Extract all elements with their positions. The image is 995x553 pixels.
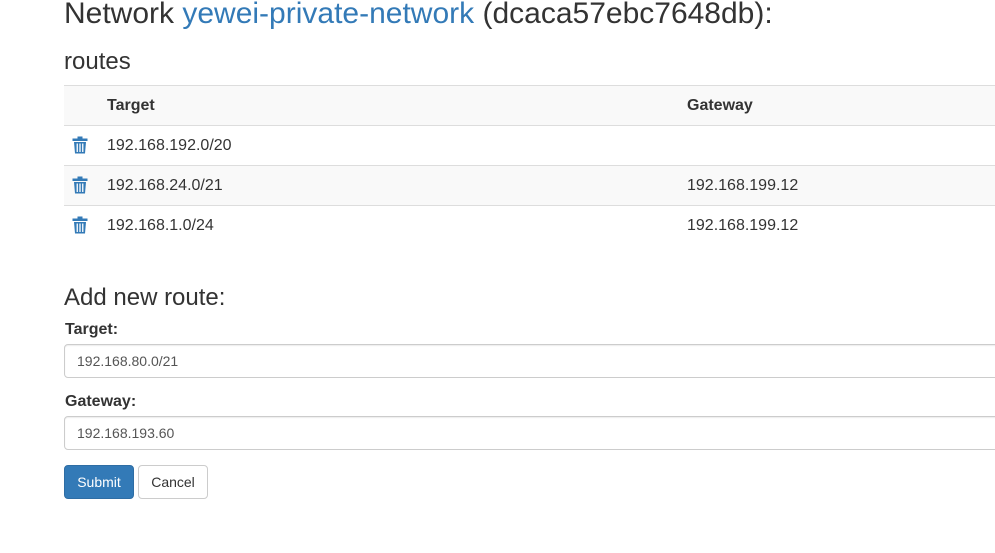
table-row: 192.168.1.0/24 192.168.199.12 bbox=[64, 205, 995, 245]
submit-button[interactable]: Submit bbox=[64, 465, 134, 499]
table-row: 192.168.24.0/21 192.168.199.12 bbox=[64, 165, 995, 206]
table-row: 192.168.192.0/20 bbox=[64, 125, 995, 166]
route-gateway bbox=[687, 125, 995, 166]
delete-cell bbox=[64, 165, 107, 206]
routes-table: Target Gateway 192.168.192.0/20 192.168.… bbox=[64, 85, 995, 245]
network-name-link[interactable]: yewei-private-network bbox=[182, 0, 474, 30]
cancel-button[interactable]: Cancel bbox=[138, 465, 208, 499]
route-gateway: 192.168.199.12 bbox=[687, 165, 995, 206]
table-header-row: Target Gateway bbox=[64, 85, 995, 126]
target-label: Target: bbox=[65, 321, 119, 338]
header-icon-cell bbox=[64, 85, 107, 126]
target-input[interactable] bbox=[64, 344, 995, 378]
route-target: 192.168.192.0/20 bbox=[107, 125, 687, 166]
network-routes-page: Network yewei-private-network (dcaca57eb… bbox=[0, 0, 995, 553]
trash-icon[interactable] bbox=[72, 176, 88, 199]
route-target: 192.168.1.0/24 bbox=[107, 205, 687, 245]
delete-cell bbox=[64, 125, 107, 166]
header-target: Target bbox=[107, 85, 687, 126]
trash-icon[interactable] bbox=[72, 216, 88, 239]
network-id: (dcaca57ebc7648db): bbox=[474, 0, 773, 30]
gateway-label: Gateway: bbox=[65, 393, 137, 410]
trash-icon[interactable] bbox=[72, 136, 88, 159]
delete-cell bbox=[64, 205, 107, 245]
routes-heading: routes bbox=[64, 48, 131, 75]
gateway-input[interactable] bbox=[64, 416, 995, 450]
header-gateway: Gateway bbox=[687, 85, 995, 126]
route-target: 192.168.24.0/21 bbox=[107, 165, 687, 206]
page-title: Network yewei-private-network (dcaca57eb… bbox=[64, 0, 773, 34]
title-prefix: Network bbox=[64, 0, 183, 30]
route-gateway: 192.168.199.12 bbox=[687, 205, 995, 245]
add-route-heading: Add new route: bbox=[64, 284, 226, 311]
